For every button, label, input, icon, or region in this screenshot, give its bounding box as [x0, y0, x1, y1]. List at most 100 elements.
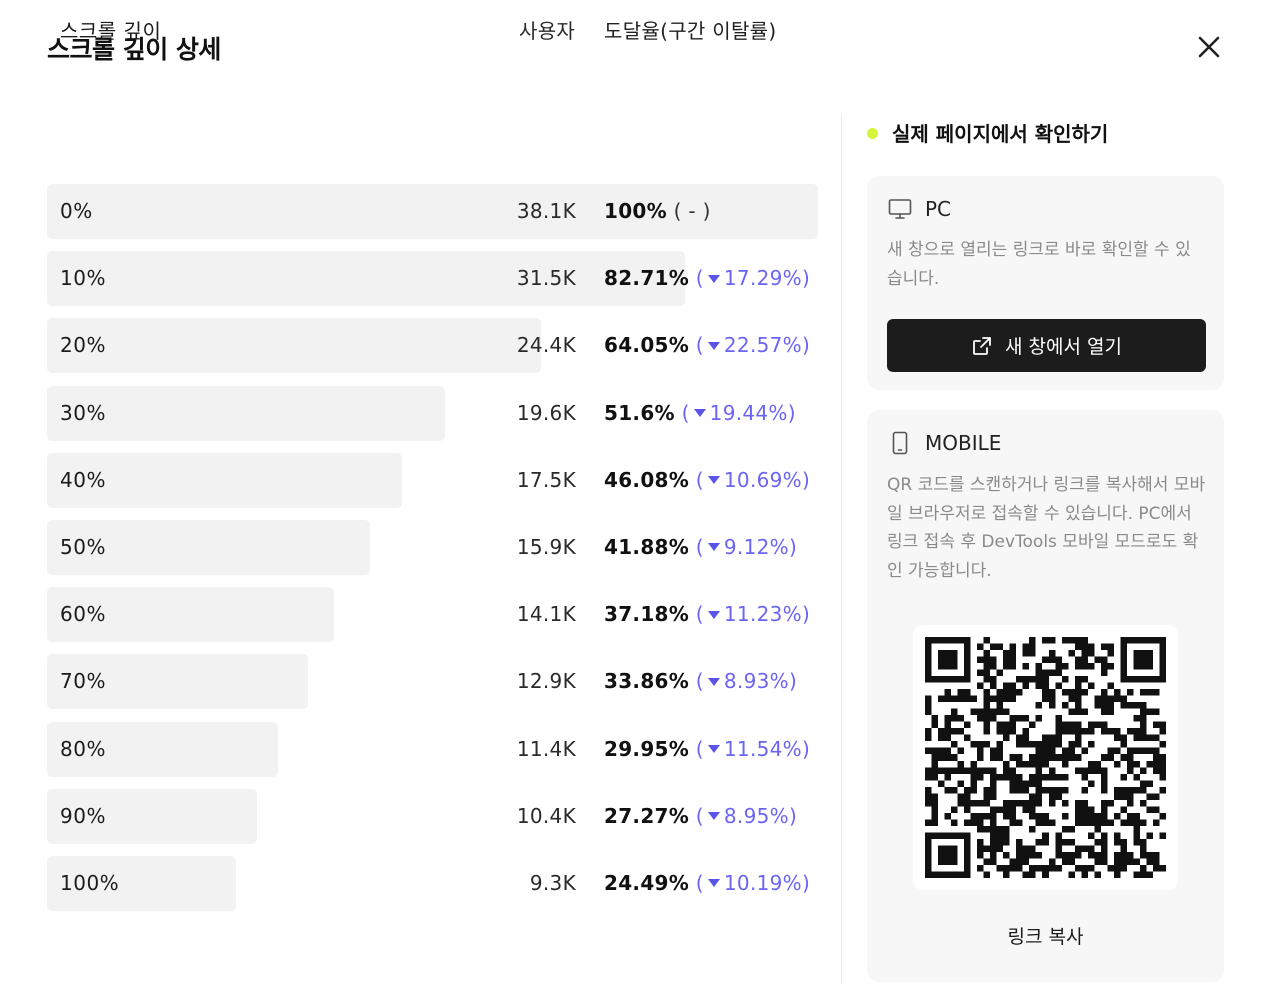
- pc-label: PC: [925, 197, 952, 221]
- drop-close: ): [801, 333, 811, 358]
- users-count: 9.3K: [529, 870, 576, 895]
- drop-open: (: [695, 602, 704, 627]
- pc-description: 새 창으로 열리는 링크로 바로 확인할 수 있습니다.: [887, 240, 1191, 289]
- drop-value: 10.19%: [723, 870, 802, 895]
- pc-card: PC 새 창으로 열리는 링크로 바로 확인할 수 있습니다. 새 창에서 열기: [867, 176, 1224, 390]
- reach-rate: 82.71% (17.29%): [604, 266, 810, 290]
- depth-label: 70%: [60, 669, 106, 694]
- pc-card-header: PC: [887, 196, 951, 222]
- depth-label: 30%: [60, 400, 106, 425]
- down-triangle-icon: [707, 879, 720, 888]
- table-row: 30% 19.6K 51.6% (19.44%): [47, 385, 818, 441]
- qr-code-icon: [925, 637, 1166, 878]
- table-row: 20% 24.4K 64.05% (22.57%): [47, 318, 818, 374]
- mobile-card: MOBILE QR 코드를 스캔하거나 링크를 복사해서 모바일 브라우저로 접…: [867, 410, 1224, 982]
- depth-label: 0%: [60, 199, 93, 223]
- reach-bar: [47, 251, 685, 307]
- copy-link-button[interactable]: 링크 복사: [867, 922, 1224, 949]
- down-triangle-icon: [707, 677, 720, 686]
- drop-open: (: [695, 870, 704, 895]
- table-row: 0% 38.1K 100% ( - ): [47, 184, 818, 239]
- table-row: 10% 31.5K 82.71% (17.29%): [47, 251, 818, 307]
- users-count: 10.4K: [516, 803, 576, 828]
- reach-rate: 64.05% (22.57%): [604, 333, 810, 357]
- reach-rate: 51.6% (19.44%): [604, 401, 796, 425]
- qr-code: [913, 625, 1178, 890]
- depth-label: 100%: [60, 870, 120, 895]
- depth-label: 20%: [60, 333, 106, 358]
- drop-rate: (8.95%): [696, 804, 797, 828]
- down-triangle-icon: [693, 409, 706, 418]
- users-count: 24.4K: [516, 333, 576, 358]
- drop-open: (: [695, 736, 704, 761]
- reach-rate: 33.86% (8.93%): [604, 669, 797, 693]
- drop-rate: ( - ): [673, 199, 711, 223]
- column-header-depth: 스크롤 깊이: [60, 19, 162, 43]
- reach-percent: 41.88%: [604, 534, 690, 559]
- reach-rate: 41.88% (9.12%): [604, 535, 797, 559]
- reach-rate: 37.18% (11.23%): [604, 602, 810, 626]
- reach-percent: 24.49%: [604, 870, 690, 895]
- table-row: 90% 10.4K 27.27% (8.95%): [47, 788, 818, 844]
- drop-close: ): [801, 467, 811, 492]
- drop-close: ): [801, 736, 811, 761]
- down-triangle-icon: [707, 543, 720, 552]
- reach-rate: 100% ( - ): [604, 199, 711, 223]
- drop-rate: (9.12%): [696, 535, 797, 559]
- reach-bar: [47, 385, 445, 441]
- down-triangle-icon: [707, 610, 720, 619]
- table-row: 40% 17.5K 46.08% (10.69%): [47, 452, 818, 508]
- drop-value: 8.93%: [723, 669, 789, 694]
- drop-close: ): [801, 870, 811, 895]
- users-count: 38.1K: [516, 199, 576, 223]
- down-triangle-icon: [707, 812, 720, 821]
- depth-label: 10%: [60, 266, 106, 291]
- drop-close: ): [787, 400, 796, 425]
- down-triangle-icon: [707, 274, 720, 283]
- drop-value: 11.23%: [723, 602, 802, 627]
- table-row: 50% 15.9K 41.88% (9.12%): [47, 519, 818, 575]
- close-icon: [1198, 36, 1220, 58]
- drop-rate: (11.23%): [696, 602, 810, 626]
- reach-percent: 37.18%: [604, 602, 690, 627]
- reach-percent: 82.71%: [604, 266, 690, 291]
- reach-percent: 100%: [604, 199, 667, 223]
- reach-percent: 64.05%: [604, 333, 690, 358]
- users-count: 19.6K: [516, 400, 576, 425]
- open-new-window-label: 새 창에서 열기: [1005, 336, 1122, 358]
- depth-label: 90%: [60, 803, 106, 828]
- table-row: 70% 12.9K 33.86% (8.93%): [47, 654, 818, 710]
- close-button[interactable]: [1192, 30, 1226, 64]
- mobile-label: MOBILE: [925, 431, 1002, 455]
- open-new-window-button[interactable]: 새 창에서 열기: [887, 319, 1206, 372]
- live-check-heading: 실제 페이지에서 확인하기: [867, 118, 1108, 147]
- drop-open: (: [695, 467, 704, 492]
- depth-label: 80%: [60, 736, 106, 761]
- monitor-icon: [888, 199, 912, 219]
- reach-rate: 24.49% (10.19%): [604, 871, 810, 895]
- status-dot: [867, 128, 878, 139]
- reach-percent: 51.6%: [604, 400, 675, 425]
- depth-label: 50%: [60, 534, 106, 559]
- drop-open: (: [695, 534, 704, 559]
- drop-rate: (10.69%): [696, 468, 810, 492]
- drop-rate: (11.54%): [696, 737, 810, 761]
- users-count: 12.9K: [516, 669, 576, 694]
- drop-close: ): [801, 602, 811, 627]
- reach-rate: 46.08% (10.69%): [604, 468, 810, 492]
- drop-open: (: [695, 803, 704, 828]
- drop-open: (: [681, 400, 690, 425]
- users-count: 14.1K: [516, 602, 576, 627]
- drop-value: 19.44%: [709, 400, 788, 425]
- reach-rate: 27.27% (8.95%): [604, 804, 797, 828]
- drop-value: 11.54%: [723, 736, 802, 761]
- users-count: 11.4K: [516, 736, 576, 761]
- drop-rate: (22.57%): [696, 333, 810, 357]
- down-triangle-icon: [707, 341, 720, 350]
- smartphone-icon: [892, 431, 908, 455]
- drop-open: (: [695, 333, 704, 358]
- depth-label: 40%: [60, 467, 106, 492]
- table-row: 100% 9.3K 24.49% (10.19%): [47, 855, 818, 911]
- drop-close: ): [788, 534, 798, 559]
- depth-label: 60%: [60, 602, 106, 627]
